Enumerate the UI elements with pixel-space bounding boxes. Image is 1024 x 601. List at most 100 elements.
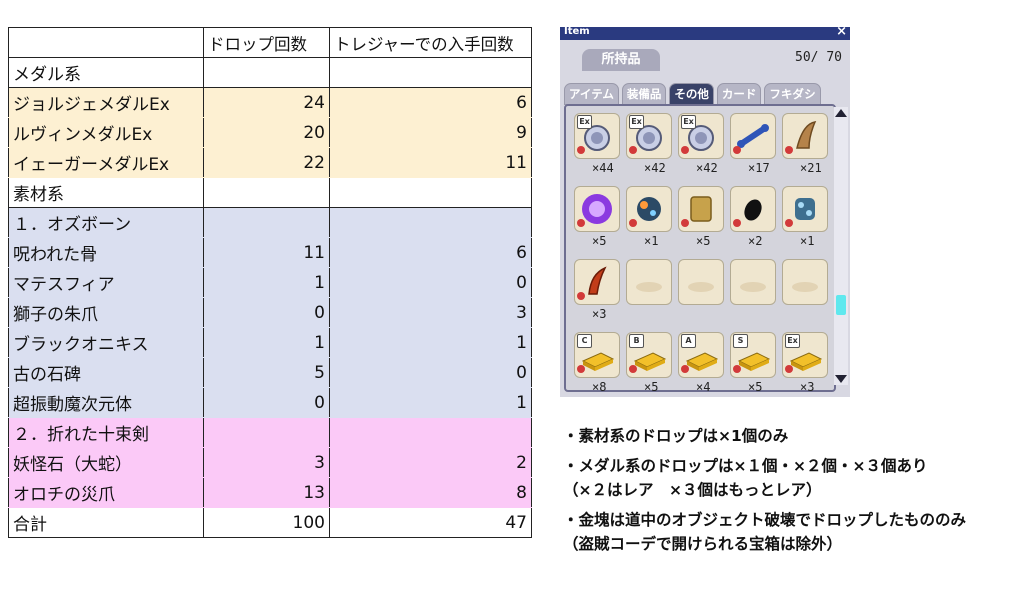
empty-slot[interactable] [782,259,828,305]
treasure-count-cell: 6 [329,87,532,118]
row-label: ジョルジェメダルEx [8,87,204,118]
note-line: ・メダル系のドロップは×１個・×２個・×３個あり [563,457,928,475]
drop-count-cell: 1 [203,327,330,358]
empty-slot[interactable] [678,259,724,305]
scrollbar[interactable] [834,107,848,385]
table-row: ２．折れた十束剣 [8,417,532,448]
treasure-count-cell: 1 [329,327,532,358]
item-quantity: ×42 [644,161,666,175]
item-quantity: ×21 [800,161,822,175]
item-slot[interactable] [574,186,620,232]
item-quantity: ×5 [748,380,763,394]
item-quantity: ×17 [748,161,770,175]
note-line: （×２はレア ×３個はもっとレア） [563,481,822,499]
item-quantity: ×1 [800,234,815,248]
drop-count-cell [203,207,330,238]
grade-badge: S [733,334,748,348]
note-line: ・金塊は道中のオブジェクト破壊でドロップしたもののみ [563,511,967,529]
row-label: イェーガーメダルEx [8,147,204,178]
status-dot-icon [577,146,585,154]
item-quantity: ×8 [592,380,607,394]
item-slot[interactable]: Ex [574,113,620,159]
status-dot-icon [733,146,741,154]
status-dot-icon [681,219,689,227]
item-slot[interactable] [626,186,672,232]
drop-count-cell: 3 [203,447,330,478]
item-slot[interactable] [782,113,828,159]
item-quantity: ×5 [592,234,607,248]
status-dot-icon [577,219,585,227]
tab-2[interactable]: その他 [669,83,714,105]
treasure-count-cell [329,57,532,88]
row-label: ２．折れた十束剣 [8,417,204,448]
category-tabs: アイテム 装備品 その他 カード フキダシ [564,83,821,105]
status-dot-icon [577,365,585,373]
drop-count-cell: 24 [203,87,330,118]
drop-count-cell: 13 [203,477,330,508]
item-slot[interactable]: Ex [626,113,672,159]
window-title: Item [564,27,590,37]
close-icon[interactable]: × [836,27,847,39]
table-row: 妖怪石（大蛇） 3 2 [8,447,532,478]
item-quantity: ×42 [696,161,718,175]
row-label: 合計 [8,507,204,538]
status-dot-icon [785,365,793,373]
tab-3[interactable]: カード [716,83,762,105]
table-row: 素材系 [8,177,532,208]
row-label: 素材系 [8,177,204,208]
drop-count-cell: 1 [203,267,330,298]
scroll-up-icon[interactable] [835,109,847,117]
table-row: 合計 100 47 [8,507,532,538]
treasure-count-cell: 8 [329,477,532,508]
note-line: ・素材系のドロップは×1個のみ [563,427,789,445]
treasure-count-cell: 47 [329,507,532,538]
status-dot-icon [681,365,689,373]
item-quantity: ×44 [592,161,614,175]
item-slot[interactable]: Ex [782,332,828,378]
item-slot[interactable]: C [574,332,620,378]
item-slot[interactable] [730,186,776,232]
item-slot[interactable] [574,259,620,305]
table-row: １．オズボーン [8,207,532,238]
owned-items-tab[interactable]: 所持品 [582,49,660,71]
tab-1[interactable]: 装備品 [621,83,667,105]
item-slot[interactable]: S [730,332,776,378]
drop-count-cell [203,417,330,448]
row-label: 呪われた骨 [8,237,204,268]
item-slot[interactable]: Ex [678,113,724,159]
grade-badge: A [681,334,696,348]
item-quantity: ×3 [800,380,815,394]
tab-0[interactable]: アイテム [564,83,619,105]
table-row: ルヴィンメダルEx 20 9 [8,117,532,148]
table-row: ジョルジェメダルEx 24 6 [8,87,532,118]
treasure-count-cell: 1 [329,387,532,418]
status-dot-icon [629,219,637,227]
item-slot[interactable]: A [678,332,724,378]
item-quantity: ×5 [696,234,711,248]
window-titlebar[interactable]: Item × [560,27,850,40]
item-slot[interactable] [730,113,776,159]
item-quantity: ×2 [748,234,763,248]
item-quantity: ×4 [696,380,711,394]
slot-placeholder [688,282,714,292]
tab-4[interactable]: フキダシ [764,83,821,105]
column-header: ドロップ回数 [203,27,330,58]
drop-count-cell: 100 [203,507,330,538]
row-label: マテスフィア [8,267,204,298]
empty-slot[interactable] [626,259,672,305]
item-slot[interactable]: B [626,332,672,378]
scroll-thumb[interactable] [836,294,846,315]
item-slot[interactable] [782,186,828,232]
item-slot[interactable] [678,186,724,232]
scroll-down-icon[interactable] [835,375,847,383]
capacity-counter: 50/ 70 [795,50,842,65]
treasure-count-cell: 3 [329,297,532,328]
column-header [8,27,204,58]
treasure-count-cell: 2 [329,447,532,478]
grade-badge: Ex [785,334,800,348]
treasure-count-cell: 9 [329,117,532,148]
treasure-count-cell: 0 [329,357,532,388]
empty-slot[interactable] [730,259,776,305]
table-row: オロチの災爪 13 8 [8,477,532,508]
item-quantity: ×5 [644,380,659,394]
